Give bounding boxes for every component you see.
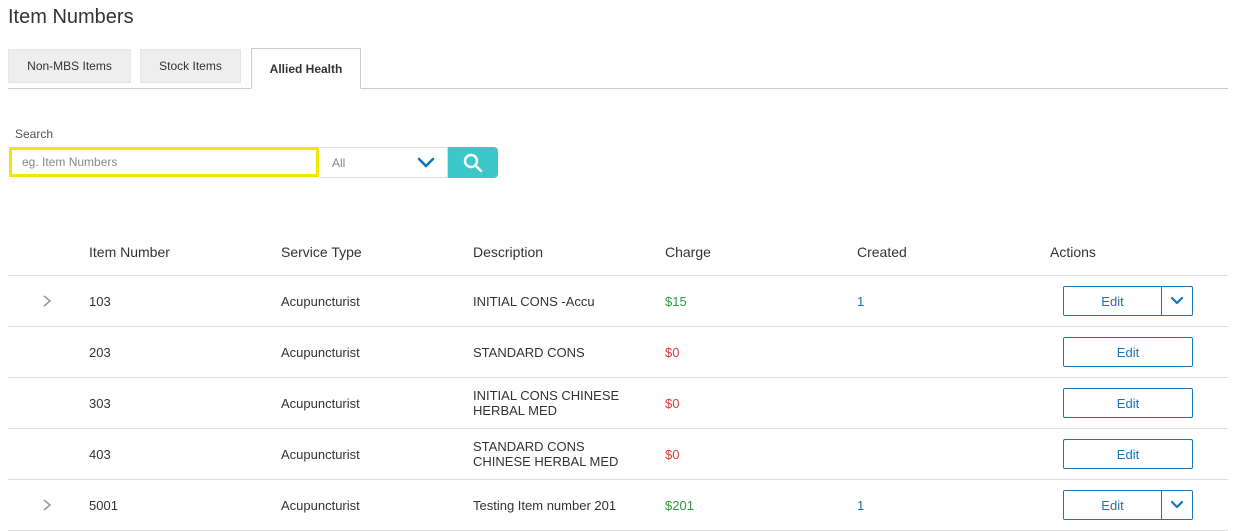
header-service-type: Service Type: [281, 244, 362, 260]
description-cell: STANDARD CONS CHINESE HERBAL MED: [473, 439, 619, 469]
edit-button[interactable]: Edit: [1063, 337, 1193, 367]
description-cell: STANDARD CONS: [473, 344, 585, 360]
tab-bar: Non-MBS Items Stock Items Allied Health: [8, 48, 1228, 89]
charge-cell: $15: [665, 293, 687, 309]
charge-cell: $0: [665, 395, 680, 411]
charge-cell: $201: [665, 497, 694, 513]
item-number-cell: 203: [89, 344, 111, 360]
description-cell: INITIAL CONS -Accu: [473, 293, 595, 309]
header-created: Created: [857, 244, 907, 260]
tab-allied-health[interactable]: Allied Health: [251, 48, 361, 89]
edit-button[interactable]: Edit: [1064, 491, 1161, 519]
item-numbers-table: Item Number Service Type Description Cha…: [8, 227, 1228, 531]
service-type-select[interactable]: All: [320, 147, 448, 178]
edit-button[interactable]: Edit: [1063, 439, 1193, 469]
search-label: Search: [15, 127, 54, 141]
charge-cell: $0: [665, 344, 680, 360]
tab-stock-items[interactable]: Stock Items: [140, 49, 241, 83]
chevron-down-icon: [417, 157, 435, 168]
table-row: 5001 Acupuncturist Testing Item number 2…: [8, 480, 1228, 531]
search-input[interactable]: [9, 147, 319, 177]
service-type-cell: Acupuncturist: [281, 293, 360, 309]
charge-cell: $0: [665, 446, 680, 462]
service-type-cell: Acupuncturist: [281, 395, 360, 411]
table-header: Item Number Service Type Description Cha…: [8, 227, 1228, 276]
item-number-cell: 303: [89, 395, 111, 411]
chevron-down-icon: [1170, 296, 1184, 305]
edit-button[interactable]: Edit: [1063, 388, 1193, 418]
header-actions: Actions: [1050, 244, 1096, 260]
service-type-cell: Acupuncturist: [281, 344, 360, 360]
search-button[interactable]: [448, 147, 498, 178]
expand-row-button[interactable]: [42, 276, 62, 326]
page-title: Item Numbers: [8, 6, 134, 28]
header-charge: Charge: [665, 244, 711, 260]
edit-split-button: Edit: [1063, 490, 1193, 520]
edit-button[interactable]: Edit: [1064, 287, 1161, 315]
edit-options-dropdown[interactable]: [1161, 491, 1192, 519]
search-icon: [463, 153, 483, 172]
chevron-right-icon: [43, 499, 52, 511]
description-cell: Testing Item number 201: [473, 497, 617, 513]
service-type-cell: Acupuncturist: [281, 446, 360, 462]
item-number-cell: 103: [89, 293, 111, 309]
header-item-number: Item Number: [89, 244, 170, 260]
edit-options-dropdown[interactable]: [1161, 287, 1192, 315]
chevron-right-icon: [43, 295, 52, 307]
tab-non-mbs-items[interactable]: Non-MBS Items: [8, 49, 131, 83]
created-cell[interactable]: 1: [857, 480, 864, 530]
header-description: Description: [473, 244, 544, 260]
item-number-cell: 5001: [89, 497, 118, 513]
service-type-select-value: All: [332, 155, 346, 170]
created-cell[interactable]: 1: [857, 276, 864, 326]
item-number-cell: 403: [89, 446, 111, 462]
expand-row-button[interactable]: [42, 480, 62, 530]
edit-split-button: Edit: [1063, 286, 1193, 316]
description-cell: INITIAL CONS CHINESE HERBAL MED: [473, 388, 620, 418]
table-row: 203 Acupuncturist STANDARD CONS $0 Edit: [8, 327, 1228, 378]
table-row: 303 Acupuncturist INITIAL CONS CHINESE H…: [8, 378, 1228, 429]
table-row: 103 Acupuncturist INITIAL CONS -Accu $15…: [8, 276, 1228, 327]
chevron-down-icon: [1170, 500, 1184, 509]
service-type-cell: Acupuncturist: [281, 497, 360, 513]
table-row: 403 Acupuncturist STANDARD CONS CHINESE …: [8, 429, 1228, 480]
